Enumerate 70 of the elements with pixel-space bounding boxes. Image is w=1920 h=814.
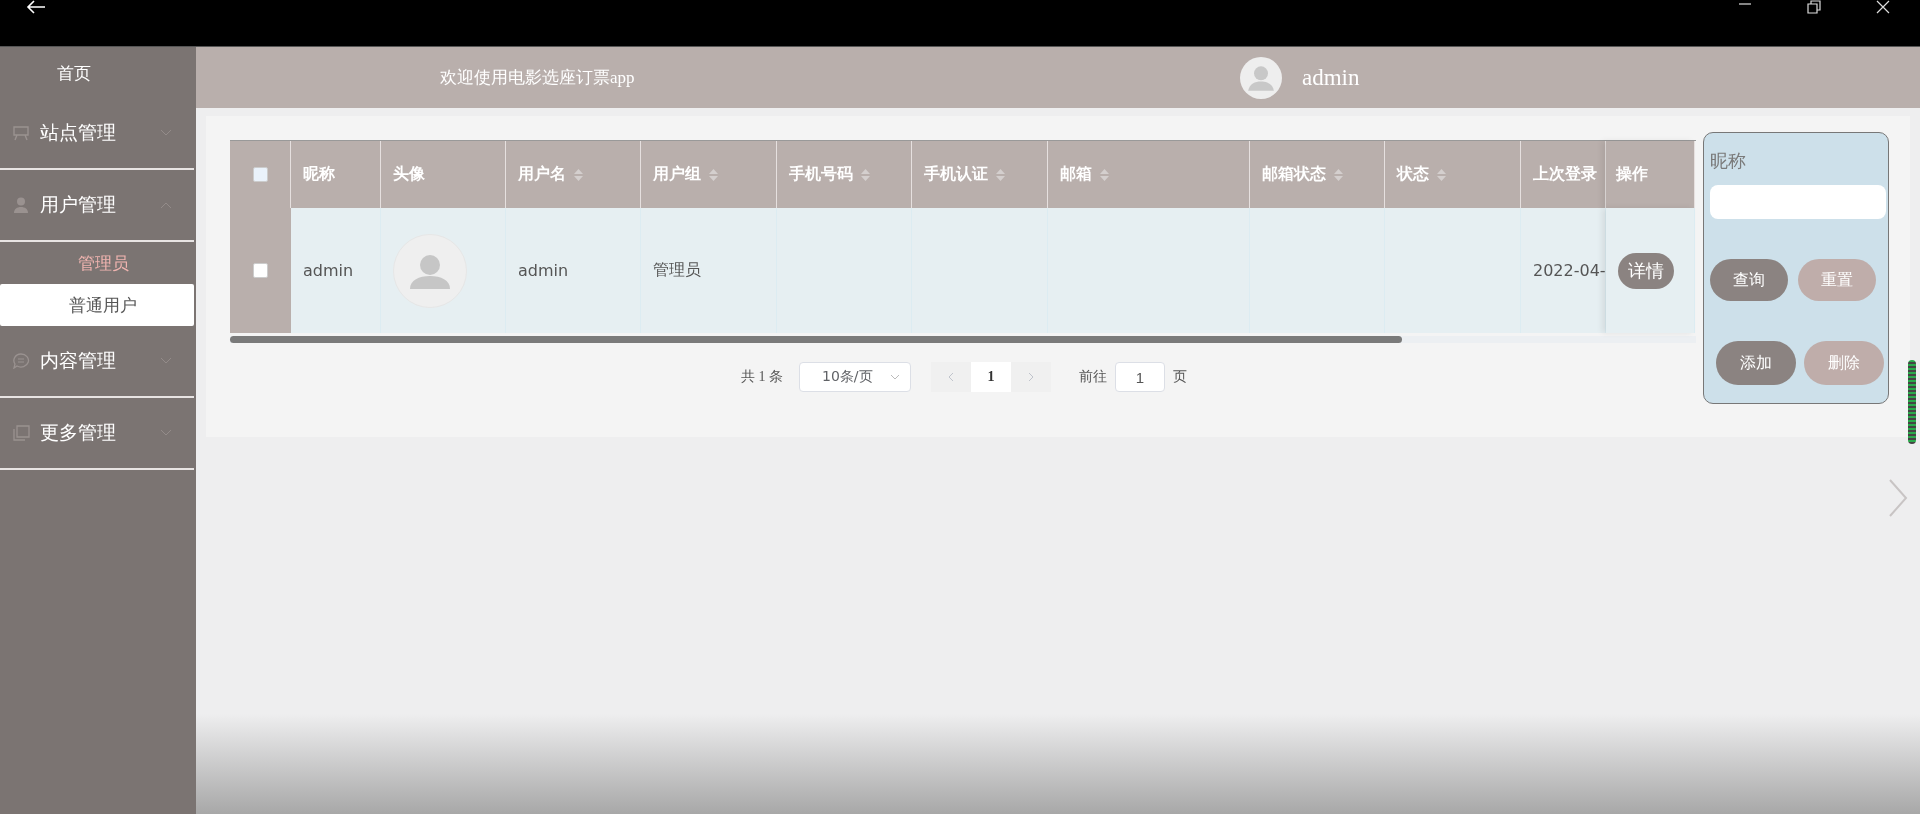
- page-suffix: 页: [1173, 368, 1187, 386]
- chevron-icon: [160, 357, 172, 365]
- back-icon[interactable]: [26, 0, 46, 14]
- column-header[interactable]: 邮箱状态: [1250, 141, 1385, 208]
- field-label: 昵称: [1710, 149, 1747, 173]
- table-cell: 管理员: [641, 208, 777, 333]
- chevron-icon: [160, 129, 172, 137]
- goto-label: 前往: [1079, 368, 1107, 386]
- sidebar-item[interactable]: 内容管理: [0, 326, 194, 398]
- page-number[interactable]: 1: [971, 362, 1011, 392]
- detail-button[interactable]: 详情: [1618, 252, 1674, 289]
- chevron-right-icon[interactable]: [1888, 478, 1908, 518]
- next-page-button[interactable]: [1011, 362, 1051, 392]
- column-header[interactable]: 用户组: [641, 141, 777, 208]
- table-cell: 2022-04-: [1521, 208, 1606, 333]
- sort-icon[interactable]: [1437, 168, 1446, 181]
- sidebar-item[interactable]: 用户管理: [0, 170, 194, 242]
- select-all-checkbox[interactable]: [252, 167, 268, 182]
- column-header[interactable]: 邮箱: [1048, 141, 1250, 208]
- chat-icon: [12, 353, 30, 369]
- user-name: admin: [1302, 64, 1360, 91]
- column-header[interactable]: 头像: [381, 141, 506, 208]
- total-count: 共 1 条: [741, 368, 783, 386]
- scrollbar-thumb[interactable]: [230, 336, 1402, 343]
- panel-button[interactable]: 重置: [1798, 259, 1876, 301]
- welcome-text: 欢迎使用电影选座订票app: [440, 67, 636, 89]
- sort-icon[interactable]: [574, 168, 583, 181]
- user-icon: [12, 197, 30, 213]
- sort-icon[interactable]: [861, 168, 870, 181]
- dropdown-icon: [890, 374, 900, 380]
- column-header[interactable]: 手机号码: [777, 141, 912, 208]
- page-size-select[interactable]: 10条/页: [799, 362, 911, 392]
- nickname-field[interactable]: [1710, 185, 1886, 219]
- sort-icon[interactable]: [1100, 168, 1109, 181]
- column-header[interactable]: 上次登录: [1521, 141, 1606, 208]
- submenu-item[interactable]: 管理员: [0, 242, 194, 284]
- chevron-left-icon: [948, 372, 954, 382]
- sidebar-item[interactable]: 站点管理: [0, 98, 194, 170]
- easel-icon: [12, 125, 30, 141]
- sidebar-item[interactable]: 更多管理: [0, 398, 194, 470]
- copy-icon: [12, 425, 30, 441]
- menu-label: 更多管理: [40, 420, 117, 445]
- table-cell: admin: [506, 208, 641, 333]
- close-icon[interactable]: [1876, 0, 1890, 14]
- column-header[interactable]: 用户名: [506, 141, 641, 208]
- chevron-right-icon: [1028, 372, 1034, 382]
- column-header[interactable]: 状态: [1385, 141, 1521, 208]
- sort-icon[interactable]: [996, 168, 1005, 181]
- scroll-indicator[interactable]: [1908, 360, 1916, 444]
- row-checkbox[interactable]: [253, 263, 268, 278]
- menu-label: 用户管理: [40, 192, 117, 217]
- panel-button[interactable]: 删除: [1804, 341, 1884, 385]
- table-cell: admin: [291, 208, 381, 333]
- panel-button[interactable]: 添加: [1716, 341, 1796, 385]
- column-header[interactable]: 操作: [1606, 141, 1695, 208]
- sort-icon[interactable]: [709, 168, 718, 181]
- restore-icon[interactable]: [1807, 0, 1821, 14]
- menu-label: 内容管理: [40, 348, 117, 373]
- panel-button[interactable]: 查询: [1710, 259, 1788, 301]
- chevron-icon: [160, 429, 172, 437]
- avatar-icon[interactable]: [1240, 56, 1282, 99]
- column-header[interactable]: 昵称: [291, 141, 381, 208]
- chevron-icon: [160, 201, 172, 209]
- menu-label: 站点管理: [40, 120, 117, 145]
- prev-page-button[interactable]: [931, 362, 971, 392]
- goto-page-field[interactable]: 1: [1115, 362, 1165, 392]
- sort-icon[interactable]: [1334, 168, 1343, 181]
- column-header[interactable]: 手机认证: [912, 141, 1048, 208]
- submenu-item[interactable]: 普通用户: [0, 284, 194, 326]
- sidebar-item[interactable]: 首页: [0, 47, 148, 98]
